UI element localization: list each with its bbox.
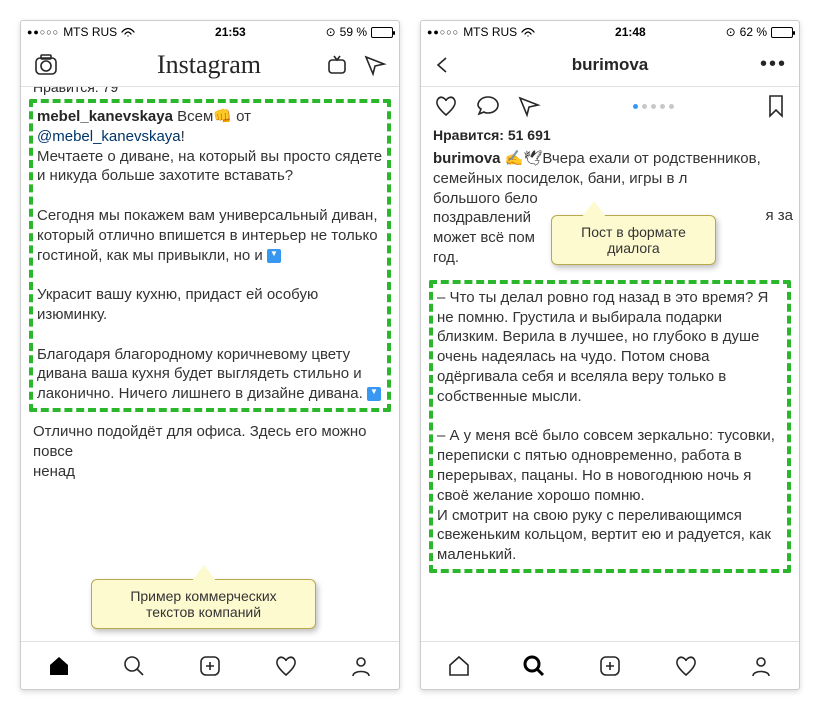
- share-icon[interactable]: [517, 94, 541, 118]
- search-tab-icon[interactable]: [521, 653, 547, 679]
- carrier-label: MTS RUS: [463, 25, 517, 39]
- like-icon[interactable]: [433, 93, 459, 119]
- feed-area[interactable]: Нравится: 51 691 burimova ✍️🕊Вчера ехали…: [421, 87, 799, 641]
- annotation-callout: Пример коммерческих текстов компаний: [91, 579, 316, 629]
- more-icon[interactable]: •••: [760, 53, 787, 76]
- alarm-icon: ⊙: [326, 25, 336, 39]
- likes-count[interactable]: Нравится: 51 691: [433, 125, 787, 149]
- likes-count-cut: Нравится: 79: [33, 87, 387, 97]
- igtv-icon[interactable]: [325, 53, 349, 77]
- nav-title: burimova: [572, 55, 649, 74]
- signal-dots: ●●○○○: [27, 27, 59, 37]
- status-time: 21:48: [615, 25, 646, 39]
- nav-bar: Instagram: [21, 43, 399, 87]
- overflow-text: я за: [765, 207, 793, 224]
- mention-link[interactable]: @mebel_kanevskaya: [37, 128, 181, 145]
- highlight-box: mebel_kanevskaya Всем👊 от @mebel_kanevsk…: [29, 99, 391, 412]
- arrow-down-emoji: [367, 387, 381, 401]
- carousel-pager: [633, 104, 674, 109]
- post-author[interactable]: burimova: [433, 150, 501, 167]
- add-tab-icon[interactable]: [597, 653, 623, 679]
- home-tab-icon[interactable]: [446, 653, 472, 679]
- messages-icon[interactable]: [363, 53, 387, 77]
- tab-bar: [21, 641, 399, 689]
- wifi-icon: [521, 27, 535, 37]
- bookmark-icon[interactable]: [765, 93, 787, 119]
- activity-tab-icon[interactable]: [273, 653, 299, 679]
- feed-area[interactable]: Нравится: 79 mebel_kanevskaya Всем👊 от @…: [21, 87, 399, 641]
- status-bar: ●●○○○ MTS RUS 21:53 ⊙ 59 %: [21, 21, 399, 43]
- activity-tab-icon[interactable]: [673, 653, 699, 679]
- tab-bar: [421, 641, 799, 689]
- battery-icon: [371, 27, 393, 38]
- battery-percent: 62 %: [740, 25, 767, 39]
- arrow-down-emoji: [267, 249, 281, 263]
- post-continuation: Отлично подойдёт для офиса. Здесь его мо…: [33, 422, 387, 481]
- status-bar: ●●○○○ MTS RUS 21:48 ⊙ 62 %: [421, 21, 799, 43]
- home-tab-icon[interactable]: [46, 653, 72, 679]
- highlight-box: – Что ты делал ровно год назад в это вре…: [429, 280, 791, 573]
- phone-left: ●●○○○ MTS RUS 21:53 ⊙ 59 % Instagram Нра…: [20, 20, 400, 690]
- battery-percent: 59 %: [340, 25, 367, 39]
- back-icon[interactable]: [433, 55, 453, 75]
- phone-right: ●●○○○ MTS RUS 21:48 ⊙ 62 % burimova •••: [420, 20, 800, 690]
- instagram-logo: Instagram: [157, 50, 261, 79]
- battery-icon: [771, 27, 793, 38]
- signal-dots: ●●○○○: [427, 27, 459, 37]
- nav-bar: burimova •••: [421, 43, 799, 87]
- post-actions-row: [433, 87, 787, 125]
- add-tab-icon[interactable]: [197, 653, 223, 679]
- annotation-callout: Пост в формате диалога: [551, 215, 716, 265]
- carrier-label: MTS RUS: [63, 25, 117, 39]
- profile-tab-icon[interactable]: [348, 653, 374, 679]
- wifi-icon: [121, 27, 135, 37]
- alarm-icon: ⊙: [726, 25, 736, 39]
- post-dialogue: – Что ты делал ровно год назад в это вре…: [437, 288, 783, 565]
- post-caption: mebel_kanevskaya Всем👊 от @mebel_kanevsk…: [37, 107, 383, 404]
- camera-icon[interactable]: [33, 52, 59, 78]
- search-tab-icon[interactable]: [121, 653, 147, 679]
- profile-tab-icon[interactable]: [748, 653, 774, 679]
- emoji-pen-dove: ✍️🕊: [505, 150, 543, 167]
- fist-emoji: 👊: [213, 108, 232, 125]
- status-time: 21:53: [215, 25, 246, 39]
- post-author[interactable]: mebel_kanevskaya: [37, 108, 173, 125]
- comment-icon[interactable]: [475, 93, 501, 119]
